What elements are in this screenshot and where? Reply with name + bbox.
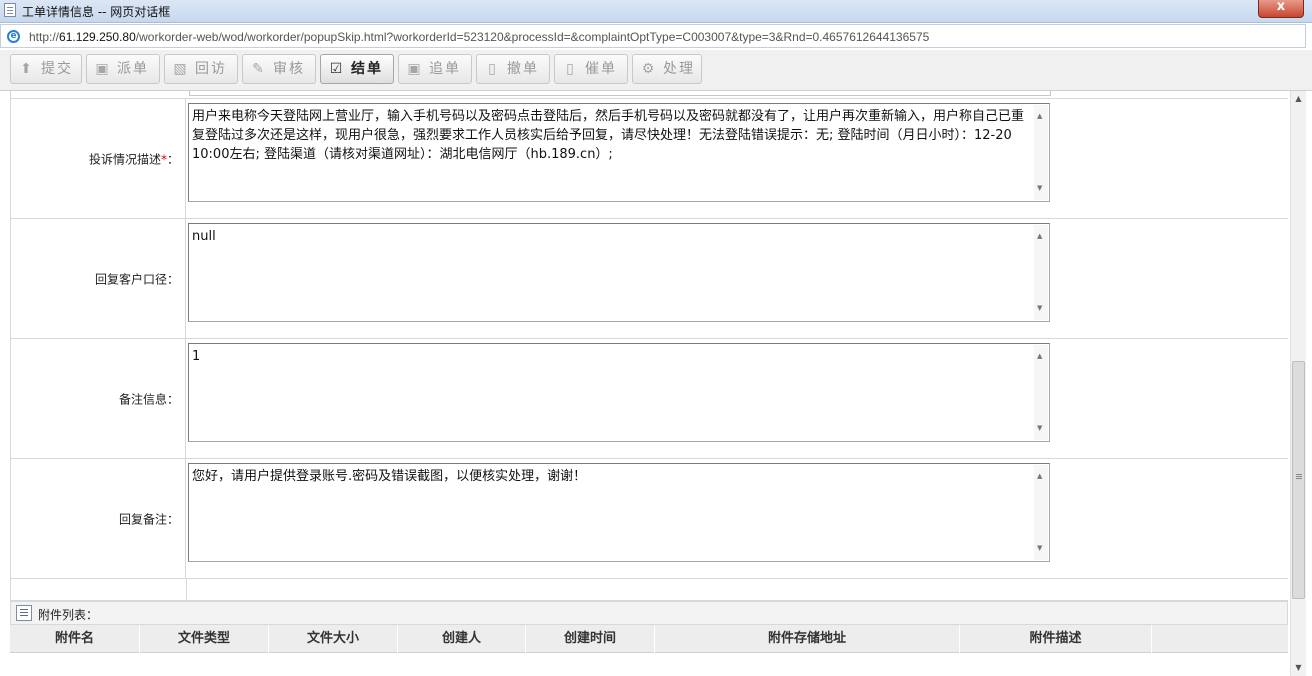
- column-header-created-time[interactable]: 创建时间: [526, 625, 655, 653]
- return-visit-label: 回访: [195, 61, 227, 77]
- close-order-label: 结单: [351, 61, 383, 77]
- follow-up-button[interactable]: ▣ 追单: [398, 54, 472, 84]
- reply-caliber-row: 回复客户口径： null ▲ ▼: [10, 219, 1288, 339]
- window-title-bar: 工单详情信息 -- 网页对话框 x: [0, 0, 1312, 23]
- review-label: 审核: [273, 61, 305, 77]
- submit-label: 提交: [41, 61, 73, 77]
- complaint-label-colon: ：: [166, 152, 179, 166]
- scroll-down-arrow-icon[interactable]: ▼: [1293, 662, 1304, 674]
- remark-row: 备注信息： 1 ▲ ▼: [10, 339, 1288, 459]
- url-path: /workorder-web/wod/workorder/popupSkip.h…: [135, 30, 930, 44]
- return-visit-button[interactable]: ▧ 回访: [164, 54, 238, 84]
- dispatch-label: 派单: [117, 61, 149, 77]
- complaint-label: 投诉情况描述*：: [89, 150, 179, 167]
- reply-remark-text: 您好，请用户提供登录账号.密码及错误截图，以便核实处理，谢谢！: [192, 469, 587, 484]
- address-bar[interactable]: e http://61.129.250.80/workorder-web/wod…: [0, 24, 1306, 48]
- remark-label-cell: 备注信息：: [10, 339, 186, 458]
- column-header-size[interactable]: 文件大小: [269, 625, 398, 653]
- page-scrollbar[interactable]: ▲ ▼: [1290, 91, 1306, 676]
- reply-remark-field[interactable]: 您好，请用户提供登录账号.密码及错误截图，以便核实处理，谢谢！ ▲ ▼: [188, 463, 1050, 562]
- process-icon: ⚙: [641, 61, 657, 77]
- withdraw-button[interactable]: ▯ 撤单: [476, 54, 550, 84]
- attachment-list-header: 附件列表：: [10, 601, 1288, 625]
- url-host: 61.129.250.80: [59, 30, 136, 44]
- page-icon: [4, 3, 16, 17]
- previous-field-edge: [189, 91, 1051, 96]
- reply-caliber-text: null: [192, 229, 216, 244]
- withdraw-label: 撤单: [507, 61, 539, 77]
- process-button[interactable]: ⚙ 处理: [632, 54, 702, 84]
- dispatch-button[interactable]: ▣ 派单: [86, 54, 160, 84]
- column-header-storage-path[interactable]: 附件存储地址: [655, 625, 960, 653]
- withdraw-icon: ▯: [488, 61, 498, 77]
- reply-caliber-label: 回复客户口径：: [94, 272, 179, 286]
- dispatch-icon: ▣: [95, 61, 111, 77]
- list-icon: [16, 605, 32, 621]
- remark-label: 备注信息：: [118, 392, 179, 406]
- column-header-creator[interactable]: 创建人: [398, 625, 526, 653]
- scroll-thumb[interactable]: [1292, 361, 1305, 599]
- column-header-type[interactable]: 文件类型: [140, 625, 269, 653]
- complaint-description-field[interactable]: 用户来电称今天登陆网上营业厅，输入手机号码以及密码点击登陆后，然后手机号码以及密…: [188, 103, 1050, 202]
- ie-icon: e: [7, 30, 20, 43]
- textarea-scrollbar[interactable]: ▲ ▼: [1034, 345, 1048, 440]
- textarea-scrollbar[interactable]: ▲ ▼: [1034, 225, 1048, 320]
- reply-caliber-field[interactable]: null ▲ ▼: [188, 223, 1050, 322]
- submit-button[interactable]: ⬆ 提交: [10, 54, 82, 84]
- follow-up-label: 追单: [429, 61, 461, 77]
- return-visit-icon: ▧: [173, 61, 189, 77]
- column-header-description[interactable]: 附件描述: [960, 625, 1152, 653]
- follow-up-icon: ▣: [407, 61, 423, 77]
- complaint-label-text: 投诉情况描述: [88, 152, 161, 166]
- textarea-scrollbar[interactable]: ▲ ▼: [1034, 105, 1048, 200]
- urge-label: 催单: [585, 61, 617, 77]
- reply-remark-row: 回复备注： 您好，请用户提供登录账号.密码及错误截图，以便核实处理，谢谢！ ▲ ▼: [10, 459, 1288, 579]
- urge-icon: ▯: [566, 61, 576, 77]
- form-bottom-spacer: [10, 579, 1288, 601]
- review-icon: ✎: [252, 61, 266, 77]
- submit-icon: ⬆: [20, 61, 34, 77]
- previous-row-edge: [10, 91, 1288, 99]
- content-area: 投诉情况描述*： 用户来电称今天登陆网上营业厅，输入手机号码以及密码点击登陆后，…: [0, 91, 1290, 676]
- scroll-up-arrow-icon[interactable]: ▲: [1293, 93, 1304, 105]
- column-header-name[interactable]: 附件名: [10, 625, 140, 653]
- complaint-label-cell: 投诉情况描述*：: [10, 99, 186, 218]
- close-order-icon: ☑: [329, 61, 345, 77]
- urge-button[interactable]: ▯ 催单: [554, 54, 628, 84]
- attachment-list-title: 附件列表：: [38, 608, 99, 622]
- action-toolbar: ⬆ 提交 ▣ 派单 ▧ 回访 ✎ 审核 ☑ 结单 ▣ 追单 ▯ 撤单 ▯ 催单 …: [0, 50, 1312, 91]
- review-button[interactable]: ✎ 审核: [242, 54, 316, 84]
- url-scheme: http://: [29, 30, 60, 44]
- attachment-table-header: 附件名 文件类型 文件大小 创建人 创建时间 附件存储地址 附件描述: [10, 625, 1288, 653]
- reply-caliber-label-cell: 回复客户口径：: [10, 219, 186, 338]
- url-text: http://61.129.250.80/workorder-web/wod/w…: [29, 30, 929, 44]
- remark-text: 1: [192, 349, 201, 364]
- reply-remark-label: 回复备注：: [118, 512, 179, 526]
- remark-field[interactable]: 1 ▲ ▼: [188, 343, 1050, 442]
- close-button[interactable]: x: [1258, 0, 1304, 18]
- complaint-description-text: 用户来电称今天登陆网上营业厅，输入手机号码以及密码点击登陆后，然后手机号码以及密…: [192, 109, 1025, 162]
- complaint-row: 投诉情况描述*： 用户来电称今天登陆网上营业厅，输入手机号码以及密码点击登陆后，…: [10, 99, 1288, 219]
- window-title: 工单详情信息 -- 网页对话框: [22, 5, 171, 19]
- reply-remark-label-cell: 回复备注：: [10, 459, 186, 578]
- textarea-scrollbar[interactable]: ▲ ▼: [1034, 465, 1048, 560]
- close-order-button[interactable]: ☑ 结单: [320, 54, 394, 84]
- process-label: 处理: [663, 61, 695, 77]
